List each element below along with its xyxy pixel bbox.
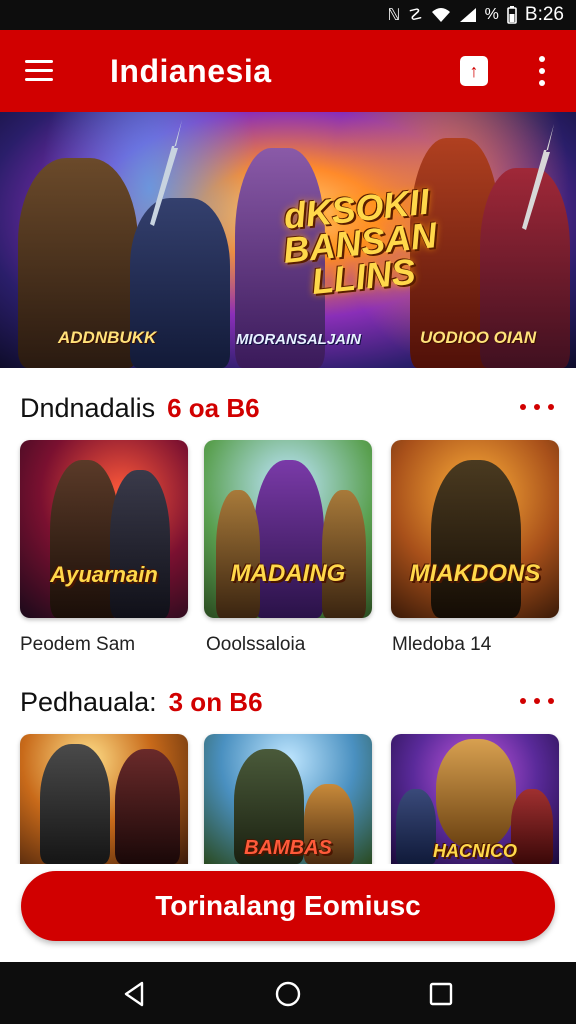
vibrate-icon: ☡: [408, 7, 423, 24]
game-card[interactable]: [20, 734, 188, 864]
hero-banner[interactable]: dKSOKII BANSAN LLINS ADDNBUKK MIORANSALJ…: [0, 112, 576, 368]
game-card[interactable]: BAMBAS: [204, 734, 372, 864]
hero-caption-right: UODIOO OIAN: [420, 328, 537, 347]
section-header: Pedhauala: 3 on B6: [20, 682, 556, 722]
section-count: 3 on B6: [168, 686, 263, 717]
hamburger-menu-icon[interactable]: [25, 60, 55, 82]
card-art-title: Ayuarnain: [50, 562, 158, 587]
card-label[interactable]: Mledoba 14: [392, 634, 491, 656]
system-nav-bar: [0, 962, 576, 1024]
wifi-icon: [431, 8, 450, 22]
game-card[interactable]: Ayuarnain: [20, 440, 188, 618]
card-label[interactable]: Peodem Sam: [20, 634, 135, 656]
more-vert-icon[interactable]: [538, 56, 546, 86]
card-art-title: MADAING: [230, 560, 346, 587]
spear-icon: [150, 120, 182, 226]
more-horiz-icon[interactable]: [520, 698, 554, 704]
card-label[interactable]: Ooolssaloia: [206, 634, 305, 656]
battery-icon: [507, 6, 517, 24]
battery-percent: %: [484, 6, 499, 23]
card-art-title: MIAKDONS: [409, 560, 541, 587]
section-title: Pedhauala:: [20, 686, 157, 717]
hero-caption-center: MIORANSALJAIN: [236, 331, 362, 348]
section-title: Dndnadalis: [20, 392, 156, 423]
cta-container: Torinalang Eomiusc: [0, 864, 576, 962]
hero-caption-left: ADDNBUKK: [58, 328, 157, 347]
status-time: B:26: [524, 4, 564, 25]
signal-icon: [459, 8, 476, 22]
nfc-icon: ℕ: [387, 7, 401, 24]
recents-icon[interactable]: [426, 979, 456, 1009]
status-bar: ℕ ☡ % B:26: [0, 0, 576, 30]
app-bar: Indianesia ↑: [0, 30, 576, 112]
back-icon[interactable]: [120, 979, 150, 1009]
more-horiz-icon[interactable]: [520, 404, 554, 410]
card-art-title: BAMBAS: [244, 837, 332, 859]
home-icon[interactable]: [273, 979, 303, 1009]
primary-cta-button[interactable]: Torinalang Eomiusc: [21, 871, 555, 941]
section-count: 6 oa B6: [167, 392, 260, 423]
card-art-title: HACNICO: [433, 841, 517, 861]
game-card[interactable]: MIAKDONS: [391, 440, 559, 618]
app-title: Indianesia: [110, 52, 272, 89]
section-header: Dndnadalis 6 oa B6: [20, 388, 556, 428]
spear-icon: [522, 124, 554, 230]
game-card[interactable]: HACNICO: [391, 734, 559, 864]
upload-icon[interactable]: ↑: [460, 56, 488, 86]
game-card[interactable]: MADAING: [204, 440, 372, 618]
